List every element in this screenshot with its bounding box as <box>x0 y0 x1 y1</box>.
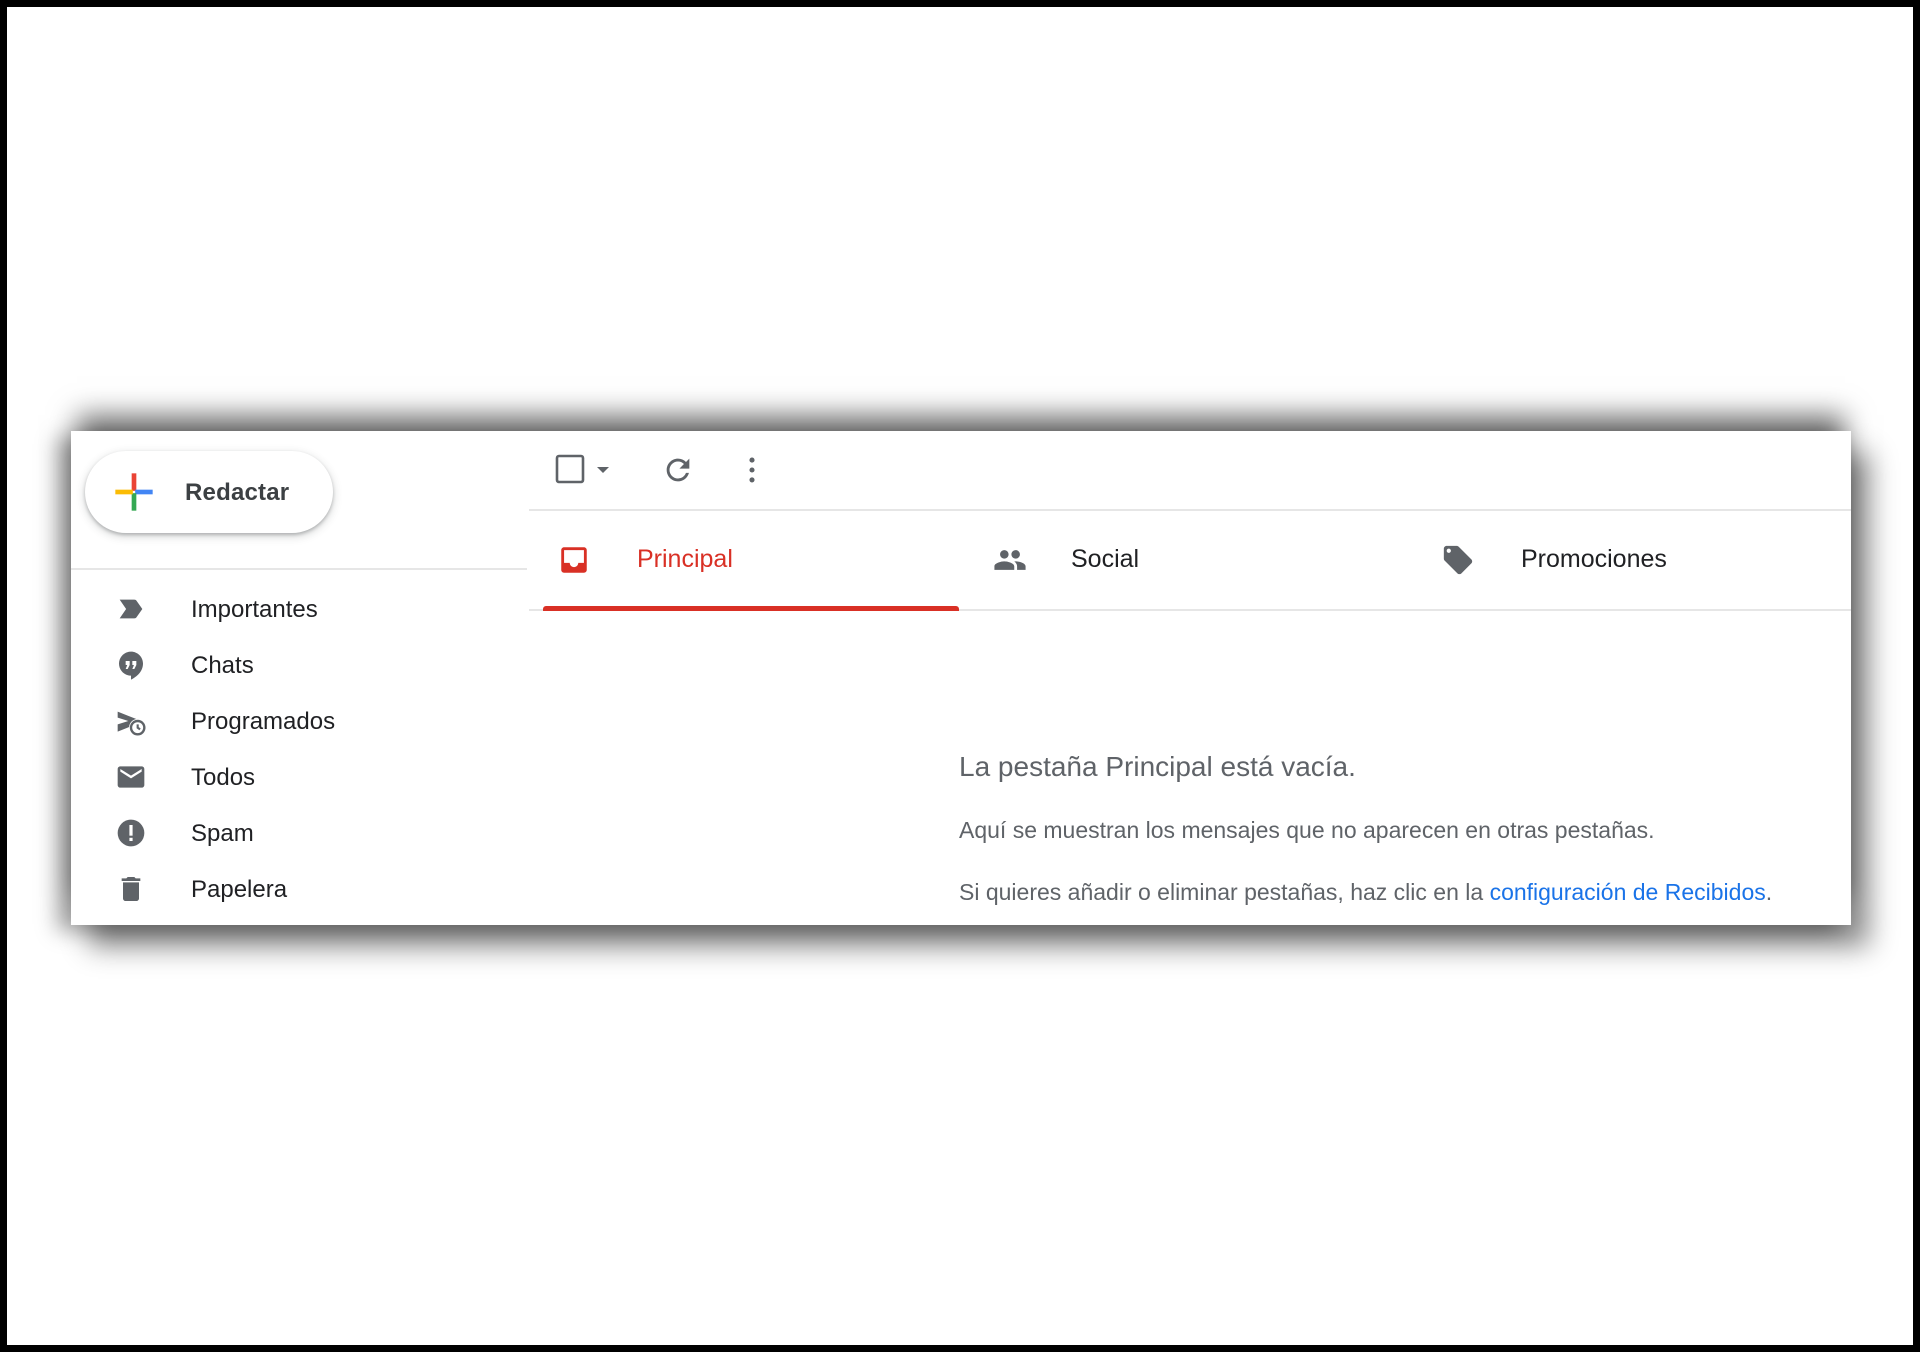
tab-principal[interactable]: Principal <box>529 511 959 611</box>
sidebar-item-spam[interactable]: Spam <box>71 805 527 861</box>
inbox-settings-link[interactable]: configuración de Recibidos <box>1490 879 1766 905</box>
more-vert-icon <box>749 457 755 483</box>
empty-state-title: La pestaña Principal está vacía. <box>959 751 1356 782</box>
category-tabs: Principal Social Promociones <box>529 511 1851 611</box>
tab-social[interactable]: Social <box>975 511 1391 609</box>
tag-icon <box>1443 545 1473 575</box>
checkbox-icon <box>555 454 609 484</box>
tab-label: Social <box>1071 545 1140 573</box>
more-options-button[interactable] <box>735 453 769 487</box>
sidebar-divider <box>71 568 527 570</box>
sidebar-item-importantes[interactable]: Importantes <box>71 581 527 637</box>
active-tab-indicator <box>543 606 959 611</box>
refresh-button[interactable] <box>661 453 695 487</box>
sidebar-item-todos[interactable]: Todos <box>71 749 527 805</box>
empty-state-hint-prefix: Si quieres añadir o eliminar pestañas, h… <box>959 879 1490 905</box>
compose-label: Redactar <box>185 479 290 506</box>
inbox-icon <box>561 547 587 573</box>
sidebar-item-label: Spam <box>191 820 254 847</box>
mail-icon <box>117 766 145 788</box>
empty-state-description: Aquí se muestran los mensajes que no apa… <box>959 817 1655 843</box>
scheduled-send-icon <box>117 711 146 736</box>
tab-label: Principal <box>637 545 733 573</box>
sidebar-item-label: Papelera <box>191 876 288 903</box>
select-all-checkbox[interactable] <box>555 453 619 487</box>
tab-label: Promociones <box>1521 545 1667 573</box>
trash-icon <box>121 877 141 901</box>
sidebar-item-label: Programados <box>191 708 336 735</box>
sidebar-item-label: Todos <box>191 764 256 791</box>
compose-button[interactable]: Redactar <box>85 451 333 533</box>
label-important-icon <box>119 599 143 619</box>
sidebar-item-label: Chats <box>191 652 254 679</box>
people-icon <box>994 550 1026 570</box>
empty-state-hint-suffix: . <box>1765 879 1773 905</box>
spam-icon <box>117 819 145 847</box>
sidebar-nav: Importantes Chats Programados Todos Spam… <box>71 581 527 917</box>
gmail-panel: Redactar Importantes Chats Programados T… <box>71 431 1851 925</box>
empty-state-hint: Si quieres añadir o eliminar pestañas, h… <box>959 879 1772 906</box>
sidebar-item-chats[interactable]: Chats <box>71 637 527 693</box>
sidebar-item-label: Importantes <box>191 596 318 623</box>
chat-icon <box>119 651 143 680</box>
plus-icon <box>115 473 153 511</box>
refresh-icon <box>666 458 690 482</box>
screenshot-frame: Redactar Importantes Chats Programados T… <box>7 7 1913 1345</box>
tab-promociones[interactable]: Promociones <box>1425 511 1841 609</box>
main-content: Principal Social Promociones La pestaña … <box>529 431 1851 925</box>
sidebar: Redactar Importantes Chats Programados T… <box>71 431 591 925</box>
sidebar-item-papelera[interactable]: Papelera <box>71 861 527 917</box>
toolbar <box>529 431 1851 511</box>
sidebar-item-programados[interactable]: Programados <box>71 693 527 749</box>
